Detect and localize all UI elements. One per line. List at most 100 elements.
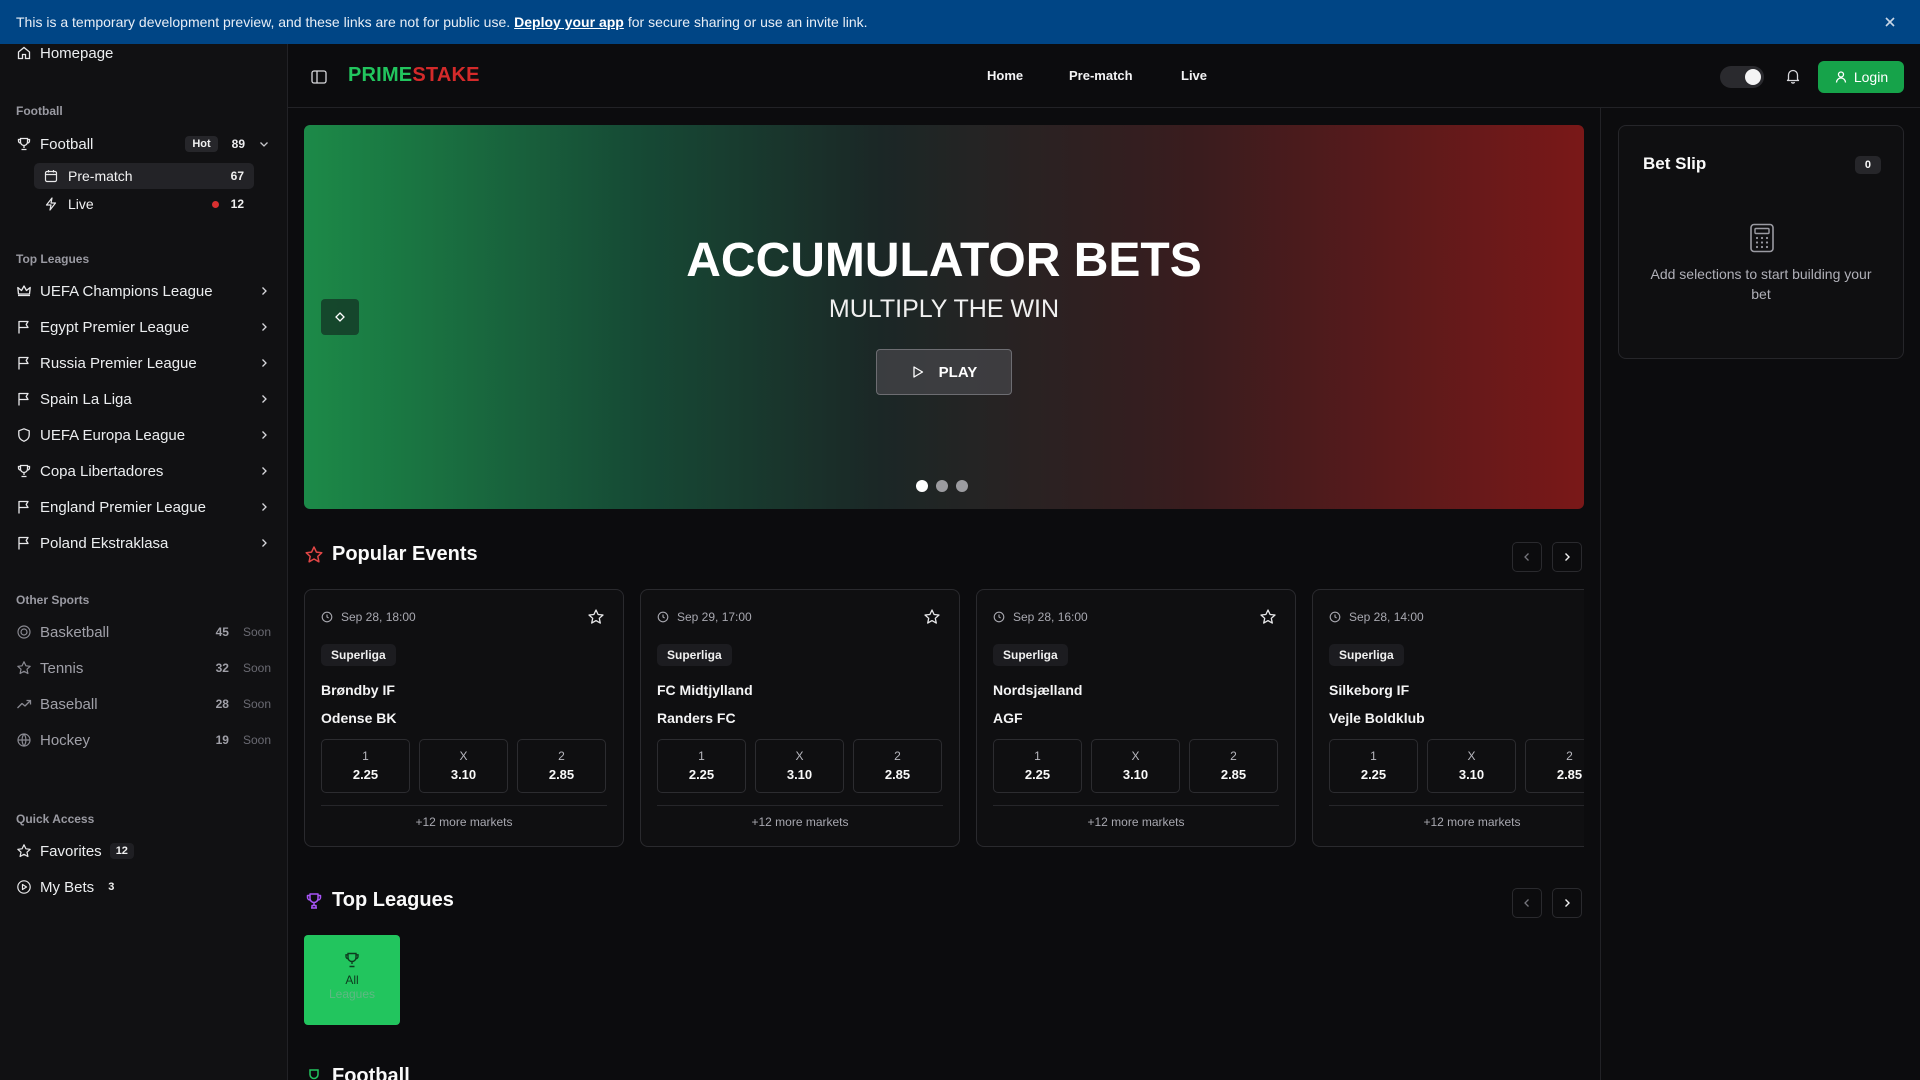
league-badge: Superliga <box>321 644 396 666</box>
logo[interactable]: PRIMESTAKE <box>348 64 480 87</box>
all-leagues-tile[interactable]: All Leagues <box>304 935 400 1025</box>
sidebar-item-league[interactable]: UEFA Europa League <box>16 420 271 450</box>
sidebar-item-label: Favorites <box>40 842 102 860</box>
chevron-left-icon <box>1524 553 1529 561</box>
sidebar-item-label: England Premier League <box>40 498 206 516</box>
hot-badge: Hot <box>185 136 218 152</box>
carousel-dot[interactable] <box>956 480 968 492</box>
lightning-icon <box>45 197 57 211</box>
star-icon[interactable] <box>923 608 941 626</box>
star-icon <box>17 844 31 858</box>
event-card[interactable]: Sep 29, 17:00 Superliga FC Midtjylland Rand… <box>640 589 960 847</box>
sidebar-item-league[interactable]: Spain La Liga <box>16 384 271 414</box>
crown-icon <box>17 285 31 297</box>
odds-button[interactable]: 2 2.85 <box>1189 739 1278 793</box>
more-markets-link[interactable]: +12 more markets <box>641 815 959 829</box>
event-card[interactable]: Sep 28, 16:00 Superliga Nordsjælland AGF 1 2.… <box>976 589 1296 847</box>
odds-label: 2 <box>1566 749 1573 763</box>
sidebar-item-other-sport[interactable]: Hockey 19 Soon <box>16 725 271 755</box>
clock-icon <box>993 611 1005 623</box>
sidebar-item-league[interactable]: England Premier League <box>16 492 271 522</box>
close-icon[interactable] <box>1880 12 1900 32</box>
nav-prematch[interactable]: Pre-match <box>1069 68 1133 83</box>
sidebar-item-other-sport[interactable]: Baseball 28 Soon <box>16 689 271 719</box>
event-card[interactable]: Sep 28, 18:00 Superliga Brøndby IF Odense B… <box>304 589 624 847</box>
odds-button[interactable]: 2 2.85 <box>853 739 942 793</box>
event-date-text: Sep 28, 18:00 <box>341 610 416 624</box>
odds-button[interactable]: 1 2.25 <box>993 739 1082 793</box>
chevron-right-icon <box>262 287 267 295</box>
odds-value: 2.25 <box>1024 767 1051 782</box>
more-markets-link[interactable]: +12 more markets <box>1313 815 1584 829</box>
deploy-link[interactable]: Deploy your app <box>514 14 624 30</box>
carousel-dot[interactable] <box>916 480 928 492</box>
odds-button[interactable]: X 3.10 <box>1091 739 1180 793</box>
sidebar-item-my-bets[interactable]: My Bets 3 <box>16 872 271 902</box>
event-card[interactable]: Sep 28, 14:00 Superliga Silkeborg IF Vejle … <box>1312 589 1584 847</box>
sidebar-item-label: Tennis <box>40 659 84 677</box>
popular-next-button[interactable] <box>1552 542 1582 572</box>
sidebar-item-league[interactable]: UEFA Champions League <box>16 276 271 306</box>
odds-button[interactable]: X 3.10 <box>419 739 508 793</box>
away-team: Odense BK <box>321 710 397 726</box>
carousel-dot[interactable] <box>936 480 948 492</box>
odds-label: 2 <box>894 749 901 763</box>
odds-button[interactable]: 1 2.25 <box>1329 739 1418 793</box>
sidebar-item-league[interactable]: Egypt Premier League <box>16 312 271 342</box>
home-team: Silkeborg IF <box>1329 682 1410 698</box>
calculator-icon <box>1750 223 1774 253</box>
sidebar-item-football[interactable]: Football Hot 89 <box>16 129 271 159</box>
star-icon[interactable] <box>1259 608 1277 626</box>
sidebar-item-label: UEFA Champions League <box>40 282 213 300</box>
more-markets-link[interactable]: +12 more markets <box>305 815 623 829</box>
sidebar-item-prematch[interactable]: Pre-match 67 <box>34 163 254 189</box>
leagues-prev-button[interactable] <box>1512 888 1542 918</box>
bell-icon[interactable] <box>1784 67 1802 85</box>
logo-prime: PRIME <box>348 64 413 86</box>
top-header: PRIMESTAKE Home Pre-match Live Login <box>288 44 1920 108</box>
top-leagues-heading: Top Leagues <box>304 889 454 912</box>
odds-button[interactable]: 2 2.85 <box>1525 739 1584 793</box>
sidebar-item-league[interactable]: Copa Libertadores <box>16 456 271 486</box>
star-icon <box>305 545 323 563</box>
odds-button[interactable]: 1 2.25 <box>321 739 410 793</box>
login-button[interactable]: Login <box>1818 61 1904 93</box>
popular-prev-button[interactable] <box>1512 542 1542 572</box>
odds-label: 1 <box>362 749 369 763</box>
odds-button[interactable]: 1 2.25 <box>657 739 746 793</box>
sidebar-item-label: UEFA Europa League <box>40 426 186 444</box>
nav-live[interactable]: Live <box>1181 68 1207 83</box>
clock-icon <box>1329 611 1341 623</box>
sidebar-toggle-icon[interactable] <box>310 68 328 86</box>
sidebar-item-label: Russia Premier League <box>40 354 197 372</box>
trophy-icon <box>309 1068 319 1079</box>
star-icon[interactable] <box>587 608 605 626</box>
sidebar-item-favorites[interactable]: Favorites 12 <box>16 836 271 866</box>
chevron-down-icon[interactable] <box>257 137 271 151</box>
nav-home[interactable]: Home <box>987 68 1023 83</box>
live-count-wrap: 12 <box>211 197 244 211</box>
odds-button[interactable]: X 3.10 <box>1427 739 1516 793</box>
chevron-right-icon <box>262 431 267 439</box>
chevron-right-icon <box>262 467 267 475</box>
odds-value: 3.10 <box>1122 767 1149 782</box>
event-date-text: Sep 28, 16:00 <box>1013 610 1088 624</box>
bet-slip-count: 0 <box>1854 156 1881 174</box>
sidebar-item-league[interactable]: Poland Ekstraklasa <box>16 528 271 558</box>
card-divider <box>321 805 607 806</box>
sidebar-item-live[interactable]: Live 12 <box>34 191 254 217</box>
leagues-next-button[interactable] <box>1552 888 1582 918</box>
hero-title: ACCUMULATOR BETS <box>686 234 1202 287</box>
sidebar-item-league[interactable]: Russia Premier League <box>16 348 271 378</box>
sidebar-item-other-sport[interactable]: Basketball 45 Soon <box>16 617 271 647</box>
play-button[interactable]: PLAY <box>876 349 1012 395</box>
home-team: Brøndby IF <box>321 682 395 698</box>
odds-button[interactable]: X 3.10 <box>755 739 844 793</box>
sidebar-item-label: Egypt Premier League <box>40 318 190 336</box>
football-section-heading: Football <box>304 1065 410 1080</box>
sidebar-item-other-sport[interactable]: Tennis 32 Soon <box>16 653 271 683</box>
more-markets-link[interactable]: +12 more markets <box>977 815 1295 829</box>
odds-button[interactable]: 2 2.85 <box>517 739 606 793</box>
theme-toggle[interactable] <box>1720 66 1764 88</box>
event-date-text: Sep 29, 17:00 <box>677 610 752 624</box>
